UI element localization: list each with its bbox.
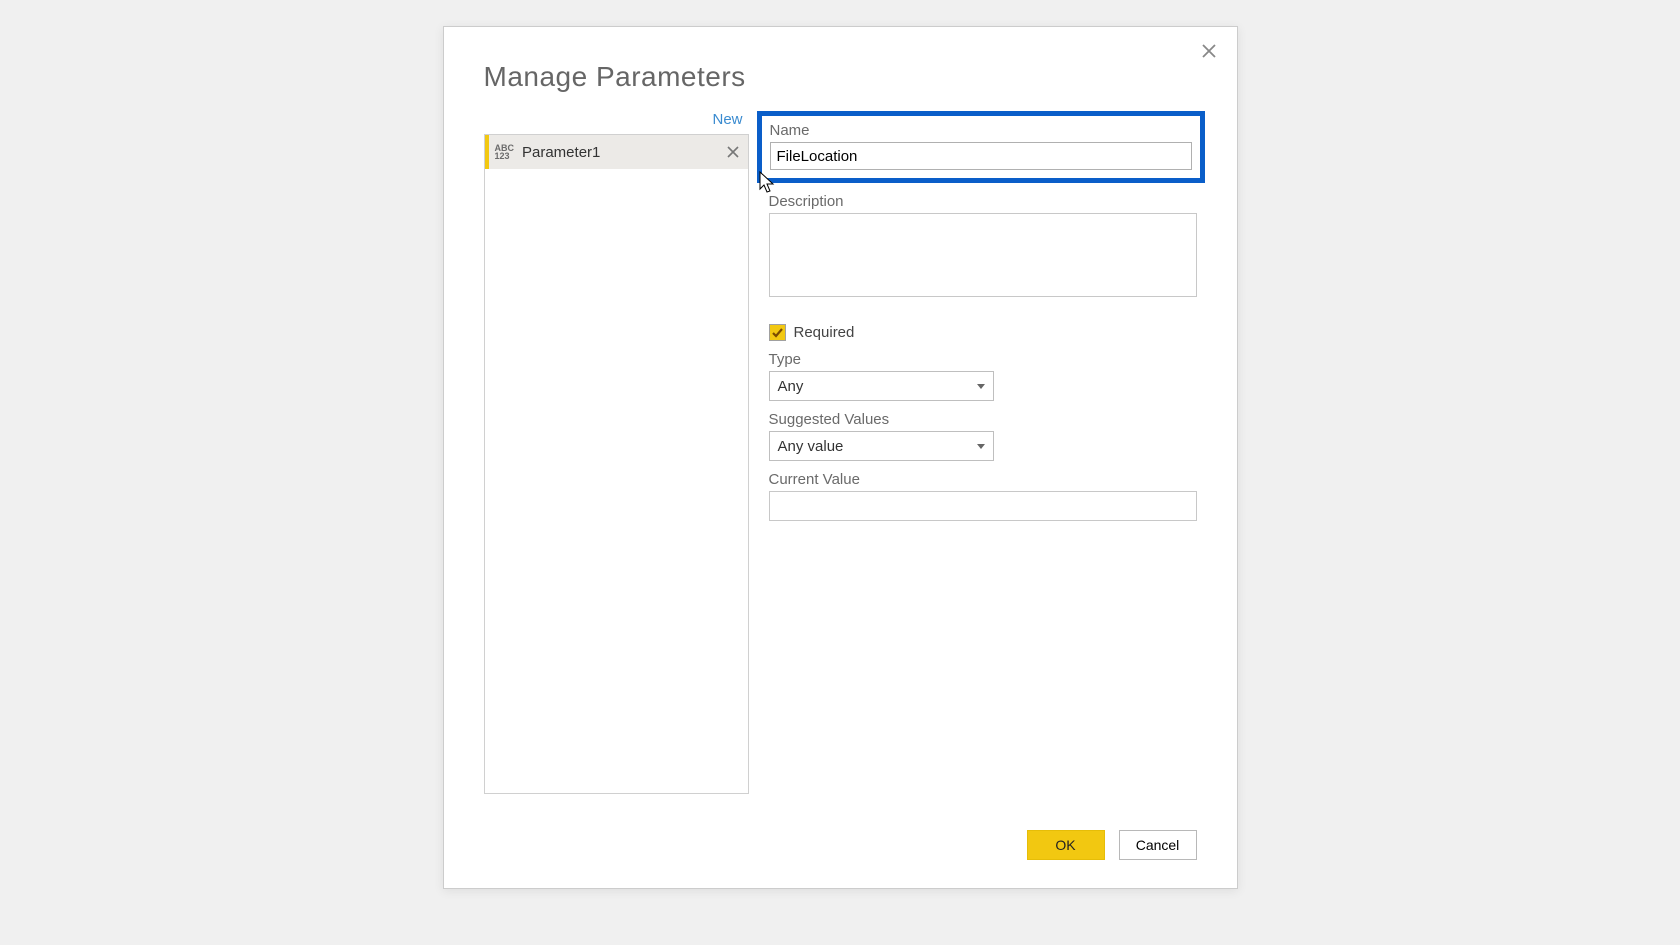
current-value-input[interactable]	[769, 491, 1197, 521]
dialog-content: New ABC 123 Parameter1 Nam	[484, 111, 1197, 794]
delete-icon	[727, 146, 739, 158]
name-field-highlight: Name	[757, 111, 1205, 183]
new-parameter-link[interactable]: New	[484, 111, 749, 134]
type-dropdown-value: Any	[778, 378, 804, 395]
parameter-form: Name Description Required Type Any	[769, 111, 1197, 794]
required-label: Required	[794, 324, 855, 341]
type-dropdown[interactable]: Any	[769, 371, 994, 401]
description-input[interactable]	[769, 213, 1197, 297]
parameters-panel: New ABC 123 Parameter1	[484, 111, 749, 794]
name-input[interactable]	[770, 142, 1192, 170]
close-button[interactable]	[1197, 39, 1221, 63]
description-label: Description	[769, 193, 1197, 210]
dialog-title: Manage Parameters	[484, 61, 1197, 93]
required-checkbox[interactable]	[769, 324, 786, 341]
parameter-list-item[interactable]: ABC 123 Parameter1	[485, 135, 748, 169]
parameter-list: ABC 123 Parameter1	[484, 134, 749, 794]
cancel-button[interactable]: Cancel	[1119, 830, 1197, 860]
delete-parameter-button[interactable]	[724, 143, 742, 161]
close-icon	[1201, 43, 1217, 59]
ok-button[interactable]: OK	[1027, 830, 1105, 860]
suggested-values-dropdown-value: Any value	[778, 438, 844, 455]
manage-parameters-dialog: Manage Parameters New ABC 123 Parameter1	[443, 26, 1238, 889]
suggested-values-dropdown[interactable]: Any value	[769, 431, 994, 461]
datatype-any-icon: ABC 123	[495, 144, 515, 160]
chevron-down-icon	[977, 384, 985, 389]
checkmark-icon	[771, 326, 784, 339]
current-value-label: Current Value	[769, 471, 1197, 488]
parameter-item-label: Parameter1	[522, 144, 724, 161]
chevron-down-icon	[977, 444, 985, 449]
suggested-values-label: Suggested Values	[769, 411, 1197, 428]
name-label: Name	[770, 122, 1192, 139]
dialog-footer: OK Cancel	[484, 830, 1197, 860]
type-label: Type	[769, 351, 1197, 368]
datatype-icon-123: 123	[495, 152, 515, 160]
